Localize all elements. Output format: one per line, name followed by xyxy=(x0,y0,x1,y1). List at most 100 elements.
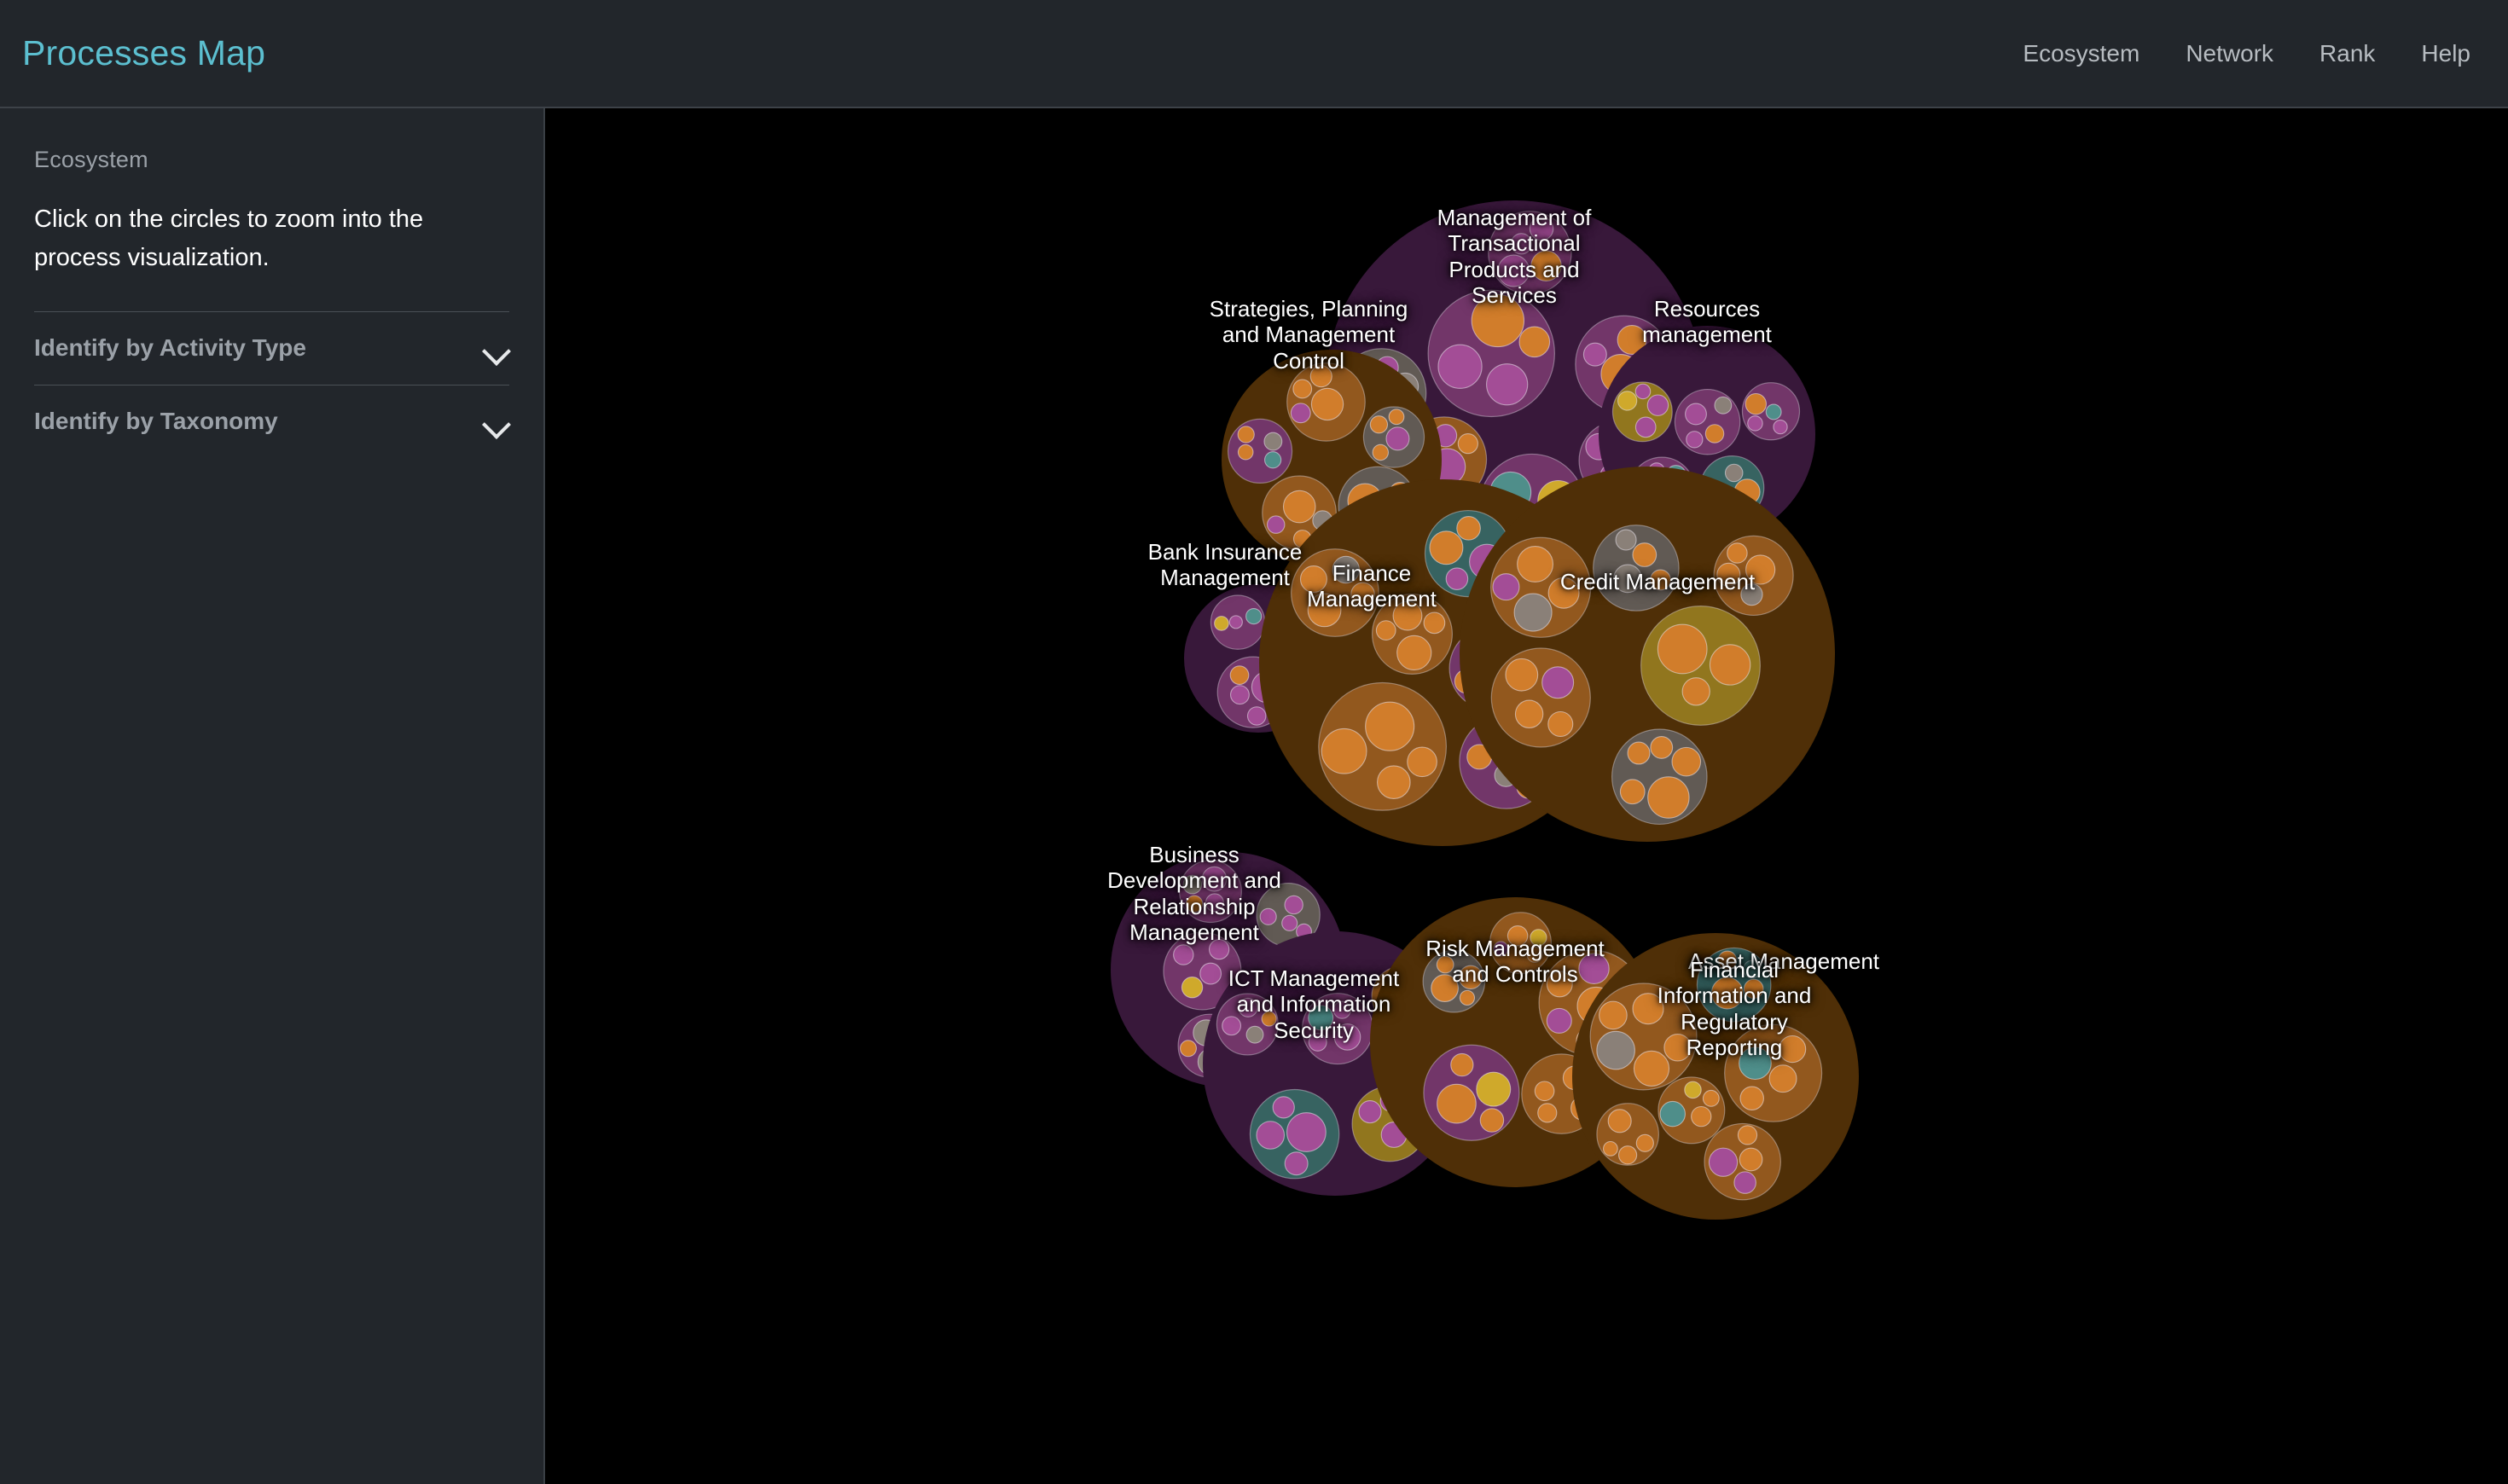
bubble-leaf[interactable] xyxy=(1671,746,1702,777)
bubble-leaf[interactable] xyxy=(1650,569,1671,591)
bubble-leaf[interactable] xyxy=(1237,426,1255,443)
bubble-leaf[interactable] xyxy=(1471,293,1525,348)
bubble-leaf[interactable] xyxy=(1617,1145,1638,1165)
bubble-leaf[interactable] xyxy=(1582,342,1607,367)
bubble-leaf[interactable] xyxy=(1517,546,1554,583)
bubble-leaf[interactable] xyxy=(1615,529,1637,551)
bubble-leaf[interactable] xyxy=(1284,1151,1309,1176)
bubble-leaf[interactable] xyxy=(1407,746,1437,778)
bubble-leaf[interactable] xyxy=(1385,426,1410,451)
bubble-leaf[interactable] xyxy=(1619,779,1646,805)
bubble-leaf[interactable] xyxy=(1704,424,1725,443)
bubble-leaf[interactable] xyxy=(1199,962,1222,985)
bubble-leaf[interactable] xyxy=(1747,415,1763,432)
bubble-leaf[interactable] xyxy=(1578,953,1610,984)
bubble-leaf[interactable] xyxy=(1716,562,1741,587)
bubble-leaf[interactable] xyxy=(1602,1140,1618,1156)
bubble-leaf[interactable] xyxy=(1546,1007,1572,1034)
bubble-leaf[interactable] xyxy=(1245,1025,1264,1044)
bubble-leaf[interactable] xyxy=(1547,577,1580,609)
bubble-leaf[interactable] xyxy=(1684,1081,1702,1099)
bubble-subgroup[interactable] xyxy=(1227,418,1293,484)
bubble-leaf[interactable] xyxy=(1457,433,1478,455)
bubble-leaf[interactable] xyxy=(1272,1096,1295,1119)
bubble-leaf[interactable] xyxy=(1431,974,1459,1002)
bubble-leaf[interactable] xyxy=(1456,516,1481,541)
bubble-leaf[interactable] xyxy=(1229,665,1250,686)
bubble-leaf[interactable] xyxy=(1185,895,1204,913)
bubble-leaf[interactable] xyxy=(1518,326,1551,358)
bubble-leaf[interactable] xyxy=(1727,542,1748,564)
bubble-leaf[interactable] xyxy=(1281,914,1298,931)
bubble-leaf[interactable] xyxy=(1365,701,1415,751)
bubble-leaf[interactable] xyxy=(1486,363,1529,406)
bubble-leaf[interactable] xyxy=(1686,431,1704,449)
bubble-leaf[interactable] xyxy=(1633,1050,1670,1087)
bubble-leaf[interactable] xyxy=(1739,1086,1764,1111)
nav-link-help[interactable]: Help xyxy=(2421,40,2470,67)
bubble-leaf[interactable] xyxy=(1290,403,1311,424)
bubble-leaf[interactable] xyxy=(1647,776,1690,819)
bubble-leaf[interactable] xyxy=(1779,1035,1807,1064)
bubble-leaf[interactable] xyxy=(1613,564,1642,594)
bubble-leaf[interactable] xyxy=(1507,925,1529,947)
bubble-leaf[interactable] xyxy=(1685,403,1707,426)
bubble-leaf[interactable] xyxy=(1765,403,1782,420)
bubble-leaf[interactable] xyxy=(1333,1023,1361,1051)
bubble-group[interactable] xyxy=(1572,933,1859,1220)
bubble-leaf[interactable] xyxy=(1263,432,1283,451)
bubble-leaf[interactable] xyxy=(1264,451,1282,469)
bubble-leaf[interactable] xyxy=(1650,735,1674,759)
bubble-leaf[interactable] xyxy=(1246,706,1267,726)
bubble-leaf[interactable] xyxy=(1635,1133,1654,1152)
bubble-leaf[interactable] xyxy=(1321,728,1367,774)
bubble-packing-svg[interactable] xyxy=(547,108,2508,1484)
bubble-chart-canvas[interactable]: Management of Transactional Products and… xyxy=(547,108,2508,1484)
bubble-leaf[interactable] xyxy=(1282,490,1316,524)
bubble-leaf[interactable] xyxy=(1392,600,1423,631)
bubble-leaf[interactable] xyxy=(1663,1033,1692,1062)
bubble-leaf[interactable] xyxy=(1717,950,1738,971)
bubble-leaf[interactable] xyxy=(1437,1083,1477,1124)
bubble-leaf[interactable] xyxy=(1740,583,1763,606)
sidebar-item-identify-by-taxonomy[interactable]: Identify by Taxonomy xyxy=(34,384,509,458)
bubble-leaf[interactable] xyxy=(1607,1109,1632,1133)
bubble-leaf[interactable] xyxy=(1537,1103,1558,1123)
bubble-leaf[interactable] xyxy=(1768,1064,1797,1093)
bubble-leaf[interactable] xyxy=(1436,955,1454,974)
bubble-leaf[interactable] xyxy=(1228,615,1243,629)
bubble-leaf[interactable] xyxy=(1724,463,1744,483)
bubble-leaf[interactable] xyxy=(1627,741,1651,765)
bubble-leaf[interactable] xyxy=(1358,1099,1382,1124)
bubble-leaf[interactable] xyxy=(1476,1071,1512,1107)
bubble-leaf[interactable] xyxy=(1514,699,1544,728)
bubble-leaf[interactable] xyxy=(1632,993,1664,1025)
bubble-leaf[interactable] xyxy=(1745,392,1768,415)
bubble-leaf[interactable] xyxy=(1309,365,1332,388)
bubble-subgroup[interactable] xyxy=(1674,388,1741,455)
bubble-leaf[interactable] xyxy=(1238,997,1258,1017)
bubble-leaf[interactable] xyxy=(1450,1052,1474,1077)
bubble-leaf[interactable] xyxy=(1459,989,1476,1006)
bubble-leaf[interactable] xyxy=(1286,1112,1327,1152)
bubble-leaf[interactable] xyxy=(1396,635,1432,671)
bubble-leaf[interactable] xyxy=(1702,1089,1720,1107)
bubble-leaf[interactable] xyxy=(1222,1016,1242,1036)
bubble-leaf[interactable] xyxy=(1179,1040,1197,1058)
bubble-leaf[interactable] xyxy=(1182,874,1203,895)
bubble-leaf[interactable] xyxy=(1308,1005,1334,1031)
bubble-leaf[interactable] xyxy=(1332,555,1361,584)
bubble-leaf[interactable] xyxy=(1773,420,1788,435)
bubble-leaf[interactable] xyxy=(1529,216,1554,241)
bubble-leaf[interactable] xyxy=(1743,959,1762,979)
bubble-leaf[interactable] xyxy=(1445,567,1469,590)
bubble-leaf[interactable] xyxy=(1599,1000,1628,1030)
bubble-leaf[interactable] xyxy=(1634,416,1657,438)
bubble-leaf[interactable] xyxy=(1308,1032,1327,1052)
bubble-leaf[interactable] xyxy=(1733,1171,1756,1194)
bubble-leaf[interactable] xyxy=(1237,443,1254,461)
bubble-leaf[interactable] xyxy=(1617,391,1638,411)
bubble-leaf[interactable] xyxy=(1714,396,1733,414)
bubble-leaf[interactable] xyxy=(1691,1105,1712,1127)
bubble-leaf[interactable] xyxy=(1510,233,1533,255)
